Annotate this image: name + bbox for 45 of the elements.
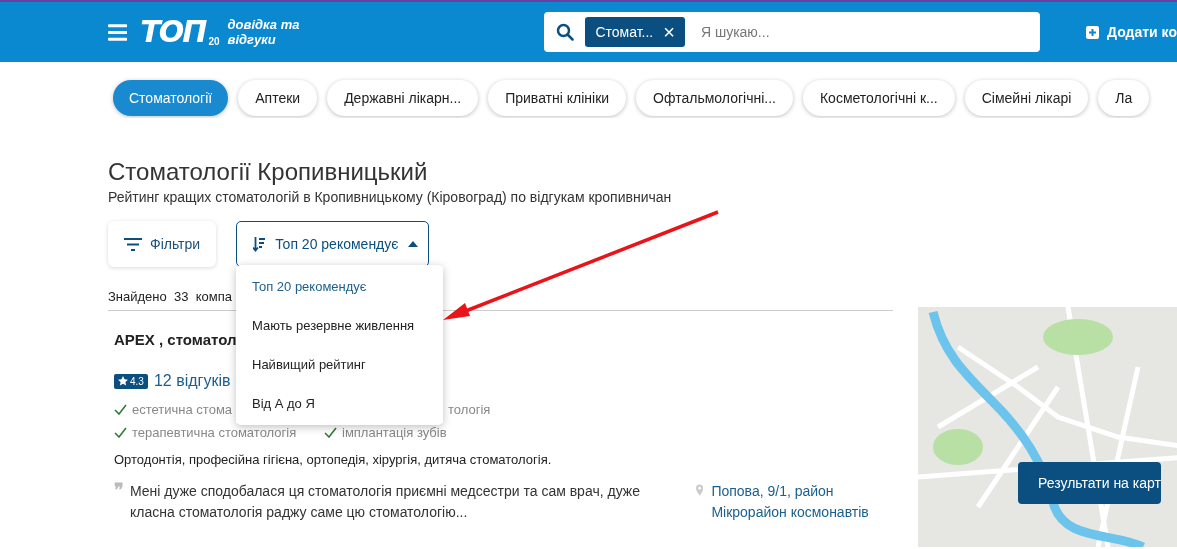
address-link[interactable]: Попова, 9/1, район Мікрорайон космонавтів [711, 481, 886, 523]
map-placeholder[interactable] [918, 307, 1177, 547]
filter-icon [124, 237, 142, 251]
plus-icon [1086, 25, 1100, 39]
filters-button[interactable]: Фільтри [108, 221, 217, 267]
search-chip[interactable]: Стомат... × [585, 17, 685, 47]
logo[interactable]: ТОП20 [140, 17, 220, 47]
service-tag: терапевтична стоматологія [132, 425, 297, 440]
sort-option[interactable]: Від А до Я [236, 384, 443, 423]
star-icon [118, 376, 128, 386]
service-tag: естетична стома [132, 402, 233, 417]
page-title: Стоматології Кропивницький [108, 157, 429, 187]
category-chip[interactable]: Приватні клініки [488, 80, 627, 116]
quote-icon: ❞ [114, 481, 124, 523]
search-icon[interactable] [556, 23, 575, 41]
sort-option[interactable]: Топ 20 рекомендує [236, 267, 443, 306]
service-tag: тологія [448, 402, 491, 417]
logo-tagline: відгуки [227, 32, 277, 47]
add-button[interactable]: Додати ко [1086, 24, 1177, 40]
review-excerpt: Мені дуже сподобалася ця стоматологія приємні медсестри та сам врач, дуже класна стоматологія раджу саме цю стоматологію... [130, 482, 641, 522]
category-chip[interactable]: Стоматології [113, 80, 229, 116]
logo-tagline: довідка та [227, 17, 300, 32]
search-field[interactable]: Стомат... × Я шукаю... [544, 12, 1041, 52]
sort-icon [253, 236, 266, 252]
remove-chip-button[interactable]: × [663, 22, 675, 42]
category-chip[interactable]: Ла [1098, 80, 1150, 116]
reviews-link[interactable]: 12 відгуків [153, 372, 231, 390]
category-chip[interactable]: Державні лікарн... [327, 80, 479, 116]
services-text: Ортодонтія, професійна гігієна, ортопедія, хірургія, дитяча стоматологія. [114, 452, 553, 467]
category-chip[interactable]: Аптеки [238, 80, 318, 116]
rating-badge: 4.3 [114, 373, 148, 389]
sort-dropdown[interactable]: Топ 20 рекомендує [236, 221, 430, 267]
category-chip[interactable]: Офтальмологічні... [636, 80, 793, 116]
results-count: Знайдено 33 компа [108, 289, 232, 306]
menu-icon[interactable] [108, 23, 128, 41]
service-tag: імплантація зубів [342, 425, 447, 440]
sort-option[interactable]: Мають резервне живлення [236, 306, 443, 345]
category-chip[interactable]: Косметологічні к... [802, 80, 955, 116]
map-results-button[interactable]: Результати на карт [1018, 462, 1161, 504]
page-subtitle: Рейтинг кращих стоматологій в Кропивницькому (Кіровоград) по відгукам кропивничан [108, 189, 673, 205]
sort-option[interactable]: Найвищий рейтинг [236, 345, 443, 384]
company-name[interactable]: APEX , стоматол [114, 331, 237, 348]
caret-icon [408, 241, 419, 247]
logo-number: 20 [208, 36, 220, 47]
category-chip[interactable]: Сімейні лікарі [964, 80, 1089, 116]
